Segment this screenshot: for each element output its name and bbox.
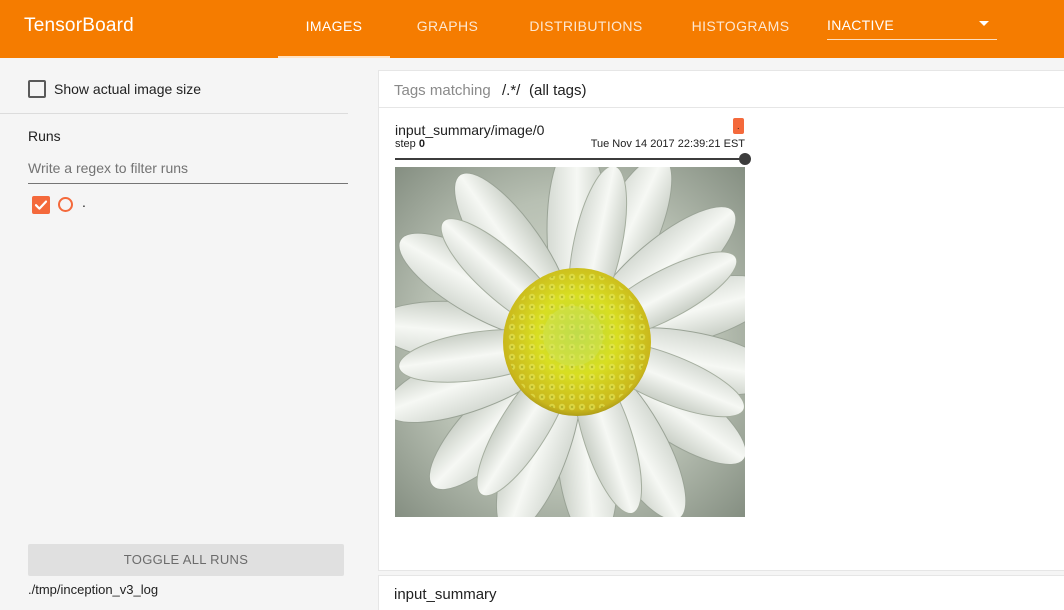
step-label: step (395, 138, 419, 150)
step-slider-handle[interactable] (739, 153, 751, 165)
run-item[interactable]: . (32, 194, 232, 214)
run-name: . (82, 194, 86, 210)
tags-suffix: (all tags) (529, 82, 587, 99)
checkmark-icon (34, 200, 48, 210)
daisy-flower-image (395, 167, 745, 517)
tab-histograms[interactable]: HISTOGRAMS (682, 0, 799, 58)
tag-section-title: input_summary (394, 586, 497, 603)
run-badge-label: . (737, 121, 740, 131)
step-slider-track[interactable] (395, 158, 745, 160)
sidebar-divider (0, 113, 348, 114)
summary-image (395, 167, 745, 517)
inactive-dashboards-dropdown[interactable]: INACTIVE (827, 10, 997, 40)
show-actual-size-checkbox[interactable] (28, 80, 46, 98)
run-color-circle-icon[interactable] (58, 197, 73, 212)
image-tag-name: input_summary/image/0 (395, 122, 545, 138)
run-badge: . (733, 118, 744, 134)
tags-matching-label: Tags matching (394, 82, 491, 99)
toggle-all-runs-button[interactable]: TOGGLE ALL RUNS (28, 544, 344, 576)
tab-graphs[interactable]: GRAPHS (405, 0, 490, 58)
sidebar: Show actual image size Runs . TOGGLE ALL… (0, 58, 370, 610)
tag-filter-bar[interactable]: Tags matching /.*/ (all tags) (378, 70, 1064, 108)
tab-graphs-label: GRAPHS (416, 18, 479, 34)
run-checkbox[interactable] (32, 196, 50, 214)
runs-heading: Runs (28, 128, 61, 144)
step-value: 0 (418, 138, 425, 150)
image-timestamp: Tue Nov 14 2017 22:39:21 EST (590, 138, 745, 150)
app-title: TensorBoard (24, 15, 134, 36)
inactive-dropdown-value: INACTIVE (827, 17, 894, 33)
tab-distributions-label: DISTRIBUTIONS (529, 18, 643, 34)
tab-images-label: IMAGES (305, 18, 363, 34)
run-filter-field[interactable] (28, 158, 348, 184)
show-actual-size-label: Show actual image size (54, 81, 202, 97)
run-filter-input[interactable] (28, 160, 348, 176)
image-card: input_summary/image/0 . step 0 Tue Nov 1… (378, 108, 1064, 571)
top-app-bar: TensorBoard IMAGES GRAPHS DISTRIBUTIONS … (0, 0, 1064, 58)
log-directory: ./tmp/inception_v3_log (28, 582, 159, 597)
tab-histograms-label: HISTOGRAMS (691, 18, 790, 34)
main-panel: Tags matching /.*/ (all tags) input_summ… (378, 70, 1064, 610)
step-indicator: step 0 (395, 138, 425, 150)
tag-section-header[interactable]: input_summary (378, 575, 1064, 610)
caret-down-icon (979, 21, 989, 26)
tags-pattern: /.*/ (502, 82, 521, 99)
tab-distributions[interactable]: DISTRIBUTIONS (520, 0, 652, 58)
tab-images[interactable]: IMAGES (278, 0, 390, 58)
